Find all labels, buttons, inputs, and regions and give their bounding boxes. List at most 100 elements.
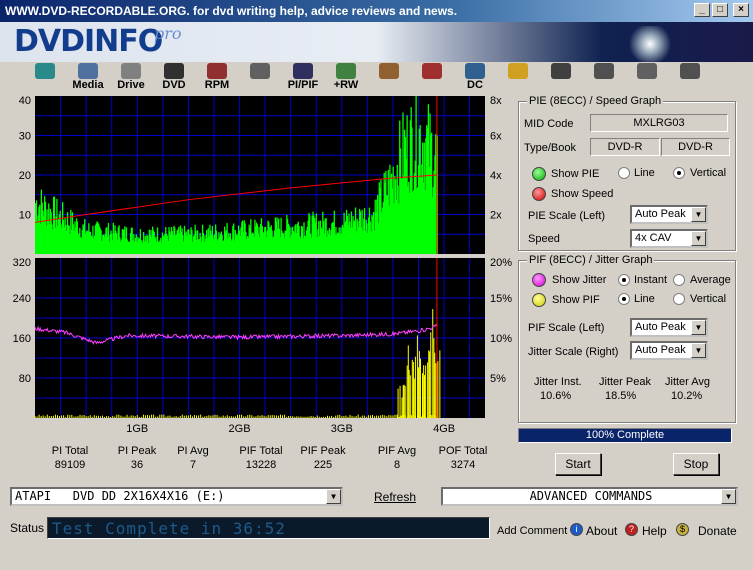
- toolbar-button-clipboard[interactable]: [499, 63, 537, 91]
- jitter-avg-value: 10.2%: [671, 390, 703, 402]
- pif-scale-select[interactable]: Auto Peak ▼: [630, 318, 708, 337]
- donate-icon[interactable]: $: [676, 523, 689, 536]
- pif-vertical-label[interactable]: Vertical: [690, 293, 726, 305]
- y2-tick-label: 10%: [490, 333, 512, 345]
- advanced-commands-select[interactable]: ADVANCED COMMANDS ▼: [441, 487, 738, 506]
- magnifier-icon: [250, 63, 270, 79]
- pie-scale-select[interactable]: Auto Peak ▼: [630, 205, 708, 224]
- status-text: Test Complete in 36:52: [52, 519, 286, 538]
- help-icon[interactable]: ?: [625, 523, 638, 536]
- drive-select-value: ATAPI DVD DD 2X16X4X16 (E:): [15, 489, 225, 503]
- jitter-average-radio[interactable]: [673, 274, 685, 286]
- toolbar-button-magnifier[interactable]: [241, 63, 279, 91]
- app-logo-pro: pro: [154, 24, 182, 43]
- maximize-button[interactable]: □: [712, 3, 728, 17]
- toolbar-button-disc-edit[interactable]: [370, 63, 408, 91]
- show-pif-label[interactable]: Show PIF: [552, 294, 600, 306]
- y2-tick-label: 6x: [490, 131, 502, 143]
- stop-button[interactable]: Stop: [673, 453, 719, 475]
- pie-scale-label: PIE Scale (Left): [528, 210, 606, 222]
- pie-vertical-label[interactable]: Vertical: [690, 167, 726, 179]
- stat-label: PI Avg: [177, 445, 209, 457]
- toolbar-button-media[interactable]: Media: [69, 63, 107, 91]
- y2-tick-label: 8x: [490, 95, 502, 107]
- show-speed-label[interactable]: Show Speed: [551, 188, 613, 200]
- show-pif-icon[interactable]: [532, 293, 546, 307]
- chevron-down-icon[interactable]: ▼: [721, 489, 736, 504]
- help-button[interactable]: Help: [642, 524, 667, 538]
- close-button[interactable]: ×: [733, 3, 749, 17]
- toolbar-button-rpm[interactable]: RPM: [198, 63, 236, 91]
- chevron-down-icon[interactable]: ▼: [691, 231, 706, 246]
- toolbar-button-drive[interactable]: Drive: [112, 63, 150, 91]
- toolbar-button-notes[interactable]: [585, 63, 623, 91]
- title-bar: WWW.DVD-RECORDABLE.ORG. for dvd writing …: [0, 0, 753, 22]
- speed-value: 4x CAV: [635, 232, 672, 244]
- chevron-down-icon[interactable]: ▼: [691, 343, 706, 358]
- show-pie-icon[interactable]: [532, 167, 546, 181]
- minimize-button[interactable]: _: [694, 3, 710, 17]
- jitter-instant-label[interactable]: Instant: [634, 274, 667, 286]
- jitter-inst-value: 10.6%: [540, 390, 572, 402]
- jitter-scale-value: Auto Peak: [635, 344, 686, 356]
- toolbar-button-pi-pif[interactable]: PI/PIF: [284, 63, 322, 91]
- camera-icon: [551, 63, 571, 79]
- pie-vertical-radio[interactable]: [673, 167, 685, 179]
- stat-value: 225: [313, 459, 333, 471]
- speed-select[interactable]: 4x CAV ▼: [630, 229, 708, 248]
- rw-icon: [336, 63, 356, 79]
- jitter-scale-select[interactable]: Auto Peak ▼: [630, 341, 708, 360]
- toolbar-button-dvd[interactable]: DVD: [155, 63, 193, 91]
- add-comment-button[interactable]: Add Comment: [497, 525, 567, 537]
- write-icon: [422, 63, 442, 79]
- donate-button[interactable]: Donate: [698, 524, 737, 538]
- status-label: Status: [10, 521, 45, 535]
- show-jitter-label[interactable]: Show Jitter: [552, 274, 606, 286]
- pif-line-label[interactable]: Line: [634, 293, 655, 305]
- pie-line-radio[interactable]: [618, 167, 630, 179]
- start-button[interactable]: Start: [555, 453, 601, 475]
- show-jitter-icon[interactable]: [532, 273, 546, 287]
- stat-label: PIF Peak: [300, 445, 346, 457]
- jitter-peak-label: Jitter Peak: [599, 376, 651, 388]
- toolbar-button--rw[interactable]: +RW: [327, 63, 365, 91]
- app-logo: DVDINFO: [14, 24, 163, 59]
- window-title: WWW.DVD-RECORDABLE.ORG. for dvd writing …: [5, 4, 458, 18]
- toolbar-label: RPM: [204, 79, 230, 91]
- pause-icon: [637, 63, 657, 79]
- type-book-label: Type/Book: [524, 142, 576, 154]
- toolbar-button-dc[interactable]: DC: [456, 63, 494, 91]
- about-icon[interactable]: i: [570, 523, 583, 536]
- chevron-down-icon[interactable]: ▼: [691, 207, 706, 222]
- stat-value: 89109: [54, 459, 86, 471]
- mid-code-value: MXLRG03: [590, 114, 728, 132]
- chevron-down-icon[interactable]: ▼: [691, 320, 706, 335]
- show-pie-label[interactable]: Show PIE: [551, 168, 599, 180]
- monitor-icon: [35, 63, 55, 79]
- pif-vertical-radio[interactable]: [673, 293, 685, 305]
- toolbar-button-stop[interactable]: [671, 63, 709, 91]
- x-tick-label: 4GB: [433, 423, 455, 435]
- pie-line-label[interactable]: Line: [634, 167, 655, 179]
- stat-value: 7: [189, 459, 197, 471]
- y2-tick-label: 4x: [490, 170, 502, 182]
- refresh-button[interactable]: Refresh: [374, 490, 416, 504]
- jitter-avg-label: Jitter Avg: [665, 376, 711, 388]
- x-tick-label: 1GB: [126, 423, 148, 435]
- jitter-instant-radio[interactable]: [618, 274, 630, 286]
- toolbar-button-write[interactable]: [413, 63, 451, 91]
- toolbar-button-camera[interactable]: [542, 63, 580, 91]
- show-speed-icon[interactable]: [532, 187, 546, 201]
- y2-tick-label: 15%: [490, 293, 512, 305]
- jitter-average-label[interactable]: Average: [690, 274, 731, 286]
- about-button[interactable]: About: [586, 524, 617, 538]
- toolbar-button-monitor[interactable]: [26, 63, 64, 91]
- jitter-inst-label: Jitter Inst.: [534, 376, 582, 388]
- toolbar-button-pause[interactable]: [628, 63, 666, 91]
- progress-text: 100% Complete: [585, 429, 665, 441]
- drive-select[interactable]: ATAPI DVD DD 2X16X4X16 (E:) ▼: [10, 487, 343, 506]
- pif-line-radio[interactable]: [618, 293, 630, 305]
- toolbar: Media Drive DVD RPM PI/PIF +RW DC: [0, 62, 753, 92]
- y2-tick-label: 2x: [490, 210, 502, 222]
- chevron-down-icon[interactable]: ▼: [326, 489, 341, 504]
